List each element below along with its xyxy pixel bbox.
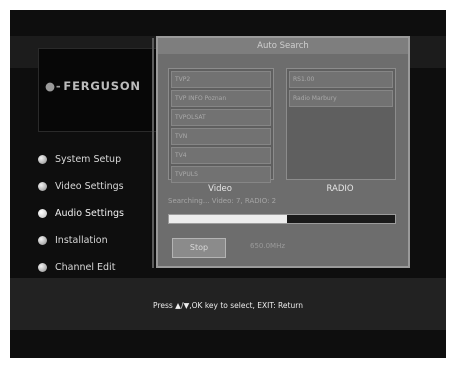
list-item[interactable]: TVPULS <box>171 166 271 183</box>
video-column-label: Video <box>208 184 232 194</box>
progress-fill <box>169 215 287 223</box>
video-channel-list[interactable]: TVP2 TVP INFO Poznan TVPOLSAT TVN TV4 TV… <box>168 68 274 183</box>
radio-column-label: RADIO <box>326 184 354 194</box>
bullet-icon <box>38 236 47 245</box>
panel-title: Auto Search <box>158 38 408 54</box>
frequency-readout: 650.0MHz <box>250 242 286 250</box>
list-item[interactable]: Radio Marbury <box>289 90 393 107</box>
menu-item-label: Audio Settings <box>55 208 124 219</box>
ferguson-logo-mark-icon: ●‑ <box>45 79 62 93</box>
menu-item-label: Installation <box>55 235 108 246</box>
menu-item-installation[interactable]: Installation <box>38 227 158 254</box>
main-menu: System Setup Video Settings Audio Settin… <box>38 146 158 281</box>
menu-item-channel-edit[interactable]: Channel Edit <box>38 254 158 281</box>
menu-item-audio-settings[interactable]: Audio Settings <box>38 200 158 227</box>
auto-search-panel: Auto Search TVP2 TVP INFO Poznan TVPOLSA… <box>156 36 410 268</box>
ferguson-logo: ●‑ FERGUSON <box>38 48 158 132</box>
bullet-icon <box>38 209 47 218</box>
tv-screen: ●‑ FERGUSON System Setup Video Settings A… <box>10 10 446 358</box>
menu-item-system-setup[interactable]: System Setup <box>38 146 158 173</box>
list-item[interactable]: TVP INFO Poznan <box>171 90 271 107</box>
radio-channel-list[interactable]: RS1.00 Radio Marbury <box>286 68 396 180</box>
menu-item-label: Video Settings <box>55 181 124 192</box>
list-item[interactable]: TVP2 <box>171 71 271 88</box>
search-status: Searching... Video: 7, RADIO: 2 <box>168 197 277 205</box>
bullet-icon <box>38 182 47 191</box>
list-item[interactable]: TV4 <box>171 147 271 164</box>
bullet-icon <box>38 263 47 272</box>
help-footer: Press ▲/▼,OK key to select, EXIT: Return <box>153 301 303 310</box>
bullet-icon <box>38 155 47 164</box>
list-item[interactable]: RS1.00 <box>289 71 393 88</box>
menu-item-label: System Setup <box>55 154 122 165</box>
logo-text: FERGUSON <box>63 79 141 93</box>
menu-item-video-settings[interactable]: Video Settings <box>38 173 158 200</box>
list-item[interactable]: TVN <box>171 128 271 145</box>
menu-divider <box>152 38 154 268</box>
list-item[interactable]: TVPOLSAT <box>171 109 271 126</box>
search-progress-bar <box>168 214 396 224</box>
stop-button[interactable]: Stop <box>172 238 226 258</box>
menu-item-label: Channel Edit <box>55 262 116 273</box>
